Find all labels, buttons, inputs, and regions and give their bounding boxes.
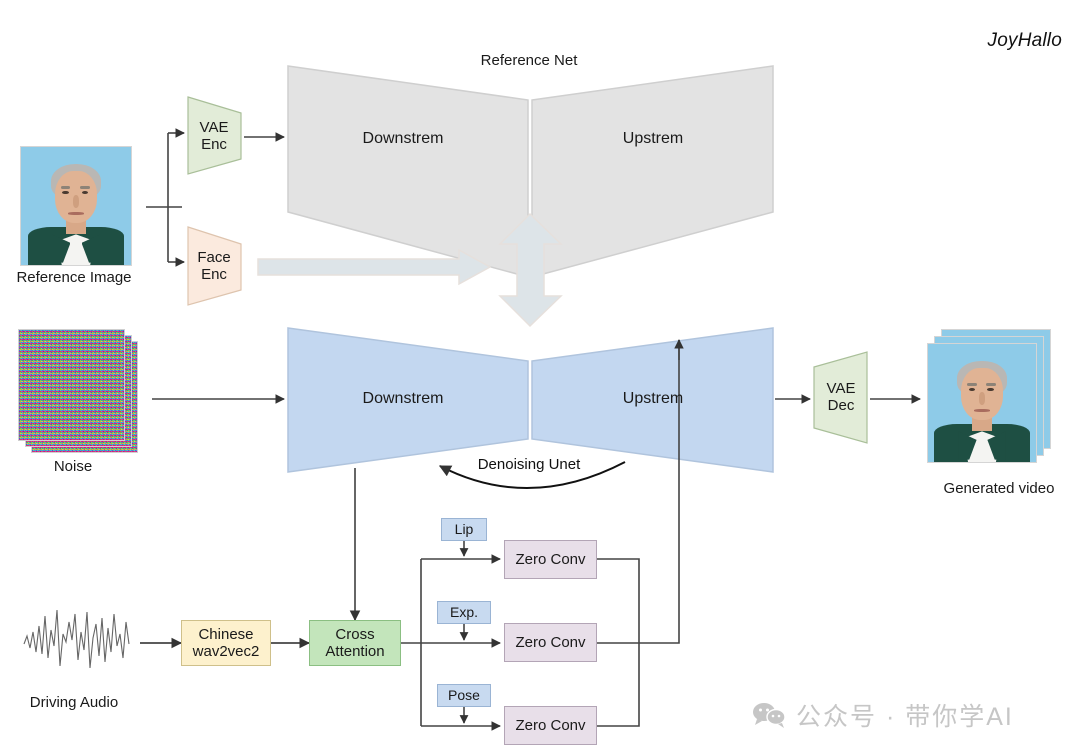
watermark-text: 公众号 · 带你学AI <box>796 703 1014 731</box>
driving-audio-waveform <box>23 609 130 669</box>
wechat-icon <box>753 703 786 728</box>
denoising-unet-downstream-shape <box>287 327 529 473</box>
generated-video-label: Generated video <box>943 480 1055 497</box>
cue-lip[interactable]: Lip <box>441 518 487 541</box>
reference-image-label: Reference Image <box>16 269 132 286</box>
vae-decoder-shape <box>813 351 868 444</box>
cross-attention-bus <box>401 559 422 726</box>
denoising-unet-upstream-shape <box>531 327 774 473</box>
vae-encoder-shape <box>187 96 242 175</box>
noise-label: Noise <box>53 458 93 475</box>
driving-audio-label: Driving Audio <box>29 694 119 711</box>
face-encoder-shape <box>187 226 242 306</box>
noise-frame-front <box>18 329 125 441</box>
zero-conv-pose[interactable]: Zero Conv <box>504 706 597 745</box>
wechat-watermark: 公众号 · 带你学AI <box>752 697 1014 733</box>
reference-net-downstream-shape <box>287 65 529 278</box>
chinese-wav2vec2-block[interactable]: Chinese wav2vec2 <box>181 620 271 666</box>
zero-conv-exp[interactable]: Zero Conv <box>504 623 597 662</box>
denoising-unet-label: Denoising Unet <box>477 456 581 473</box>
reference-net-title: Reference Net <box>480 52 578 69</box>
cue-exp[interactable]: Exp. <box>437 601 491 624</box>
paper-title: JoyHallo <box>987 30 1062 51</box>
reference-net-upstream-shape <box>531 65 774 278</box>
zero-conv-lip[interactable]: Zero Conv <box>504 540 597 579</box>
cue-pose[interactable]: Pose <box>437 684 491 707</box>
reference-image <box>20 146 132 266</box>
cross-attention-block[interactable]: Cross Attention <box>309 620 401 666</box>
diagram-canvas: JoyHallo Reference Net Downstrem Upstrem… <box>0 0 1080 756</box>
generated-video-frame-front <box>927 343 1037 463</box>
reference-portrait <box>21 147 131 265</box>
